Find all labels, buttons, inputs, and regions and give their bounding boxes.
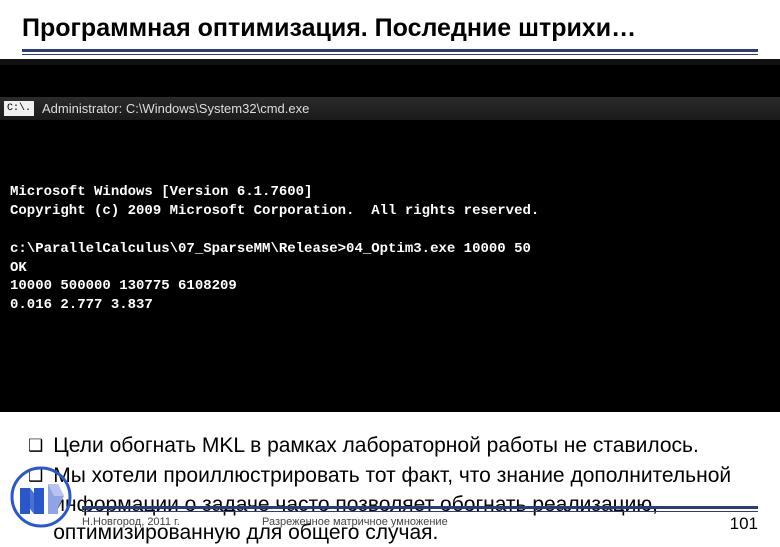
terminal-line: c:\ParallelCalculus\07_SparseMM\Release>…	[10, 241, 531, 257]
university-logo-icon	[10, 466, 72, 528]
terminal-screenshot: C:\. Administrator: C:\Windows\System32\…	[0, 59, 780, 412]
terminal-line: Copyright (c) 2009 Microsoft Corporation…	[10, 203, 539, 219]
bullet-marker-icon: ❑	[28, 432, 43, 460]
footer-location: Н.Новгород, 2011 г.	[82, 516, 222, 528]
slide: Программная оптимизация. Последние штрих…	[0, 0, 780, 540]
bullet-text: Цели обогнать MKL в рамках лабораторной …	[53, 432, 699, 460]
footer-divider	[82, 506, 758, 512]
terminal-window-title: Administrator: C:\Windows\System32\cmd.e…	[42, 100, 309, 118]
bullet-item: ❑ Цели обогнать MKL в рамках лабораторно…	[28, 432, 748, 460]
slide-footer: Н.Новгород, 2011 г. Разреженное матрично…	[0, 466, 780, 528]
terminal-line: 0.016 2.777 3.837	[10, 297, 153, 313]
cmd-icon: C:\.	[4, 101, 34, 117]
terminal-line: OK	[10, 260, 27, 276]
title-underline	[22, 49, 758, 55]
page-number: 101	[730, 514, 758, 534]
terminal-body: Microsoft Windows [Version 6.1.7600] Cop…	[0, 158, 780, 334]
terminal-line: Microsoft Windows [Version 6.1.7600]	[10, 184, 312, 200]
slide-title: Программная оптимизация. Последние штрих…	[22, 14, 758, 43]
terminal-line: 10000 500000 130775 6108209	[10, 278, 237, 294]
footer-subject: Разреженное матричное умножение	[222, 516, 758, 528]
terminal-titlebar: C:\. Administrator: C:\Windows\System32\…	[0, 97, 780, 121]
